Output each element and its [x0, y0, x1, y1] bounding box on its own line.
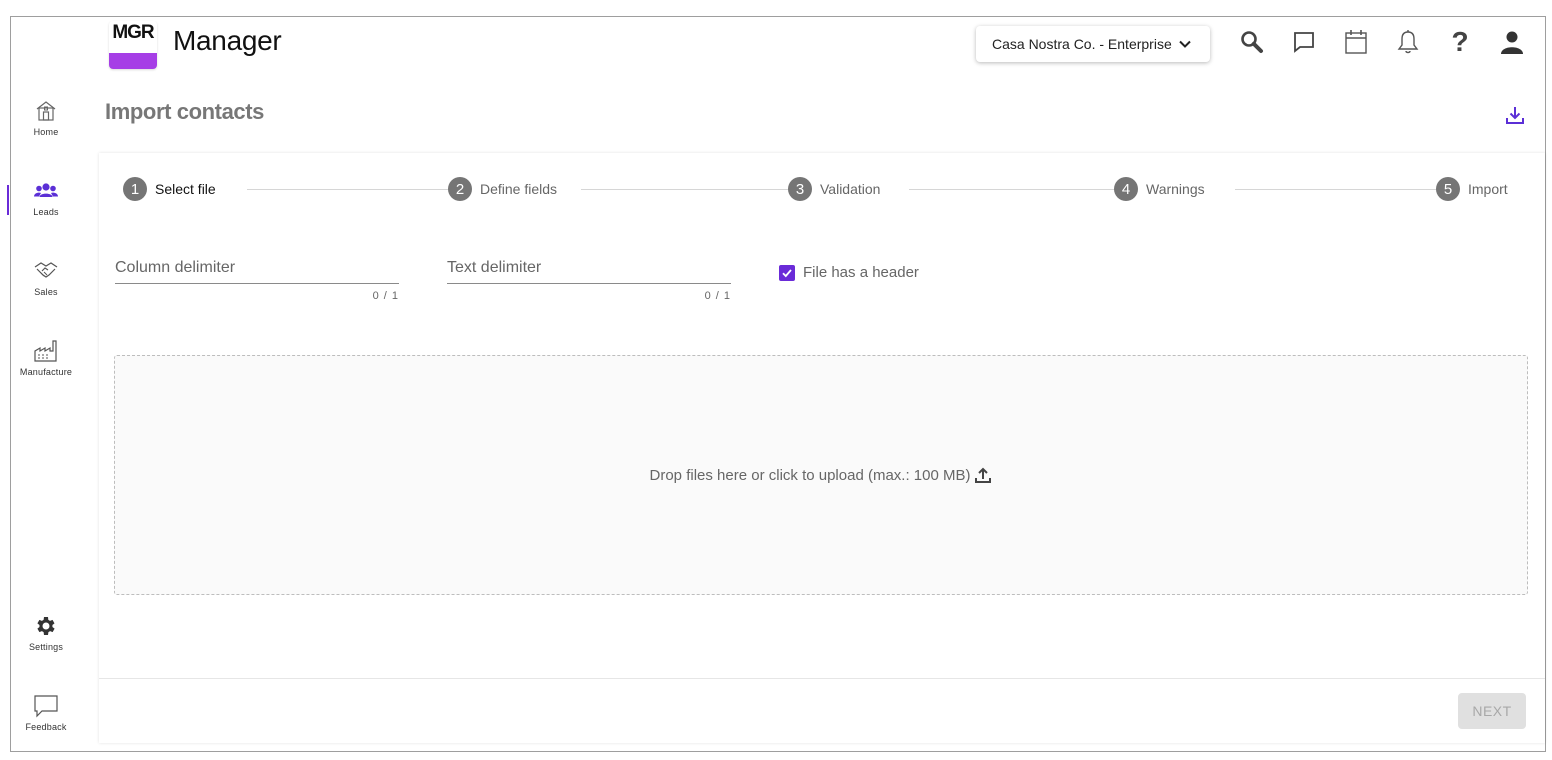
step-label: Warnings	[1146, 181, 1205, 197]
sidebar-item-label: Feedback	[25, 722, 67, 732]
search-icon	[1241, 31, 1263, 53]
character-counter: 0 / 1	[704, 290, 731, 302]
company-select[interactable]: Casa Nostra Co. - Enterprise	[976, 26, 1210, 62]
sidebar-item-manufacture[interactable]: Manufacture	[11, 339, 81, 377]
help-button[interactable]: ?	[1445, 26, 1475, 57]
character-counter: 0 / 1	[372, 290, 399, 302]
step-label: Import	[1468, 181, 1508, 197]
sidebar-item-home[interactable]: Home	[11, 99, 81, 137]
chat-icon	[1294, 32, 1314, 53]
account-icon	[1501, 31, 1523, 54]
upload-icon	[974, 466, 992, 484]
step-define-fields[interactable]: 2 Define fields	[448, 177, 557, 201]
handshake-icon	[34, 262, 58, 278]
factory-icon	[34, 340, 57, 362]
app-logo[interactable]: MGR	[109, 21, 157, 69]
gear-icon	[37, 617, 55, 635]
step-connector	[581, 189, 789, 190]
home-icon	[36, 101, 56, 121]
sidebar-item-label: Manufacture	[19, 367, 73, 377]
logo-band	[109, 53, 157, 69]
calendar-button[interactable]	[1341, 27, 1371, 57]
column-delimiter-input[interactable]	[115, 259, 399, 284]
file-has-header-label: File has a header	[803, 264, 919, 281]
step-label: Select file	[155, 181, 216, 197]
step-warnings[interactable]: 4 Warnings	[1114, 177, 1205, 201]
feedback-icon	[34, 695, 58, 718]
sidebar-item-leads[interactable]: Leads	[11, 179, 81, 217]
next-button[interactable]: NEXT	[1458, 693, 1526, 729]
sidebar-item-sales[interactable]: Sales	[11, 259, 81, 297]
notifications-button[interactable]	[1393, 27, 1423, 57]
text-delimiter-field: 0 / 1	[447, 259, 731, 302]
page-title: Import contacts	[105, 99, 265, 124]
text-delimiter-input[interactable]	[447, 259, 731, 284]
step-number: 3	[788, 177, 812, 201]
sidebar: Home Leads Sales Manufacture Settings Fe…	[7, 17, 99, 751]
calendar-icon	[1345, 30, 1367, 54]
import-card: 1 Select file 2 Define fields 3 Validati…	[99, 153, 1545, 743]
sidebar-item-feedback[interactable]: Feedback	[11, 694, 81, 732]
step-import[interactable]: 5 Import	[1436, 177, 1508, 201]
column-delimiter-field: 0 / 1	[115, 259, 399, 302]
file-dropzone[interactable]: Drop files here or click to upload (max.…	[114, 355, 1528, 595]
account-button[interactable]	[1497, 27, 1527, 57]
sidebar-item-label: Home	[33, 127, 59, 137]
step-connector	[1235, 189, 1443, 190]
chevron-down-icon	[1179, 40, 1191, 48]
step-validation[interactable]: 3 Validation	[788, 177, 880, 201]
messages-button[interactable]	[1289, 27, 1319, 57]
sidebar-item-label: Settings	[28, 642, 64, 652]
company-select-value: Casa Nostra Co. - Enterprise	[992, 36, 1172, 52]
step-number: 2	[448, 177, 472, 201]
dropzone-text: Drop files here or click to upload (max.…	[649, 466, 971, 484]
stepper: 1 Select file 2 Define fields 3 Validati…	[123, 177, 1523, 205]
bell-icon	[1397, 30, 1419, 54]
download-button[interactable]	[1501, 101, 1529, 129]
app-name: Manager	[173, 25, 282, 56]
download-icon	[1506, 107, 1524, 124]
logo-text: MGR	[112, 22, 154, 43]
step-label: Define fields	[480, 181, 558, 197]
sidebar-item-settings[interactable]: Settings	[11, 614, 81, 652]
card-footer-divider	[99, 678, 1545, 679]
people-icon	[34, 183, 58, 197]
help-icon: ?	[1451, 26, 1469, 57]
step-number: 4	[1114, 177, 1138, 201]
active-indicator	[7, 185, 9, 215]
file-has-header-option[interactable]: File has a header	[779, 264, 919, 281]
step-connector	[909, 189, 1117, 190]
step-select-file[interactable]: 1 Select file	[123, 177, 216, 201]
step-label: Validation	[820, 181, 881, 197]
step-number: 1	[123, 177, 147, 201]
step-connector	[247, 189, 453, 190]
file-has-header-checkbox[interactable]	[779, 264, 795, 281]
checkmark-icon	[782, 268, 792, 277]
step-number: 5	[1436, 177, 1460, 201]
sidebar-item-label: Sales	[34, 287, 58, 297]
sidebar-item-label: Leads	[33, 207, 59, 217]
app-frame: Home Leads Sales Manufacture Settings Fe…	[7, 16, 1546, 752]
search-button[interactable]	[1237, 27, 1267, 57]
